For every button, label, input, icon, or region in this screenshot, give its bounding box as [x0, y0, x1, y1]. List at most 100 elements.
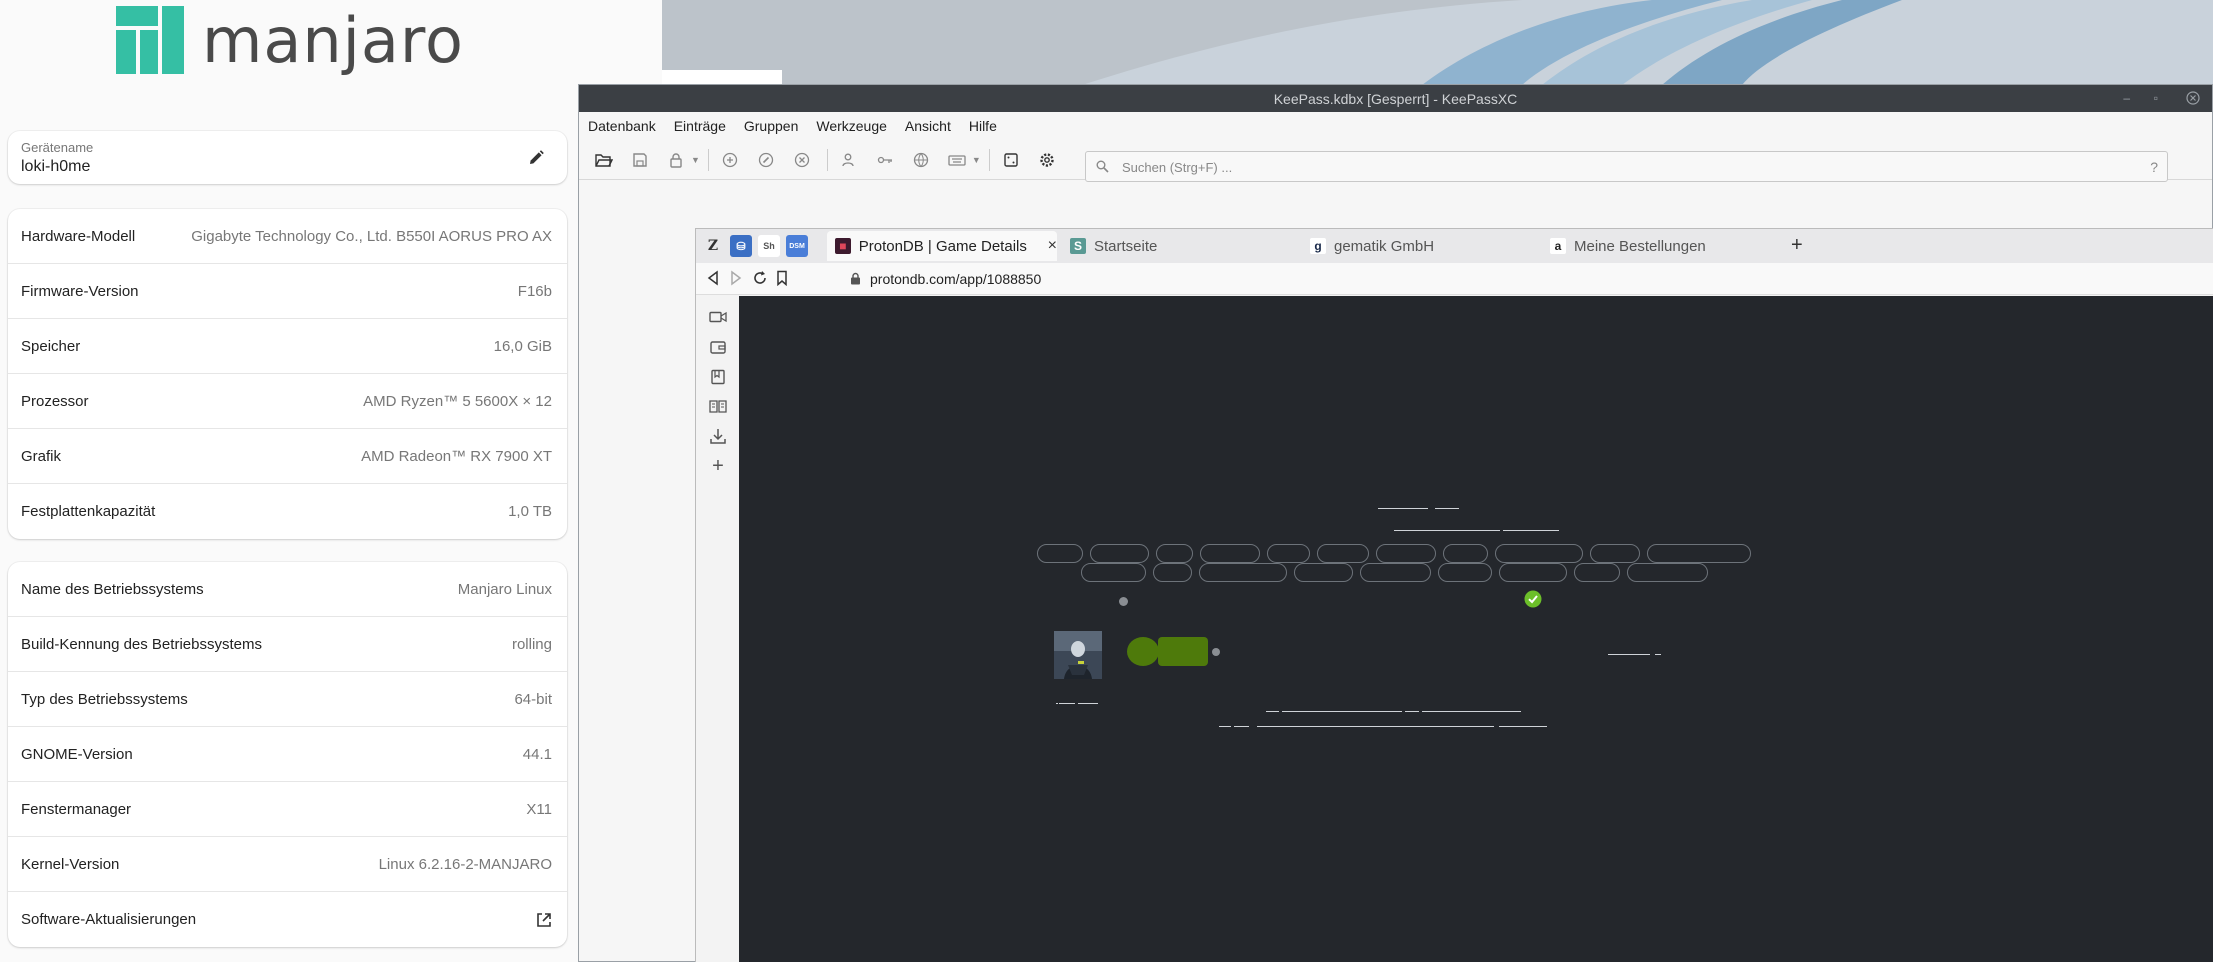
menu-ansicht[interactable]: Ansicht: [905, 118, 951, 134]
settings-button[interactable]: [1034, 147, 1060, 173]
open-database-button[interactable]: [591, 147, 617, 173]
footer-link[interactable]: [1499, 726, 1547, 727]
filter-pill[interactable]: [1037, 544, 1083, 563]
device-name-label: Gerätename: [21, 140, 94, 155]
firmware-version-row: Firmware-Version F16b: [8, 264, 567, 319]
filter-pill[interactable]: [1495, 544, 1583, 563]
menu-eintraege[interactable]: Einträge: [674, 118, 726, 134]
footer-link[interactable]: [1219, 726, 1231, 727]
filter-pill[interactable]: [1627, 563, 1708, 582]
tab-startseite[interactable]: S Startseite: [1062, 231, 1292, 261]
nav-link[interactable]: [1378, 508, 1428, 509]
footer-link[interactable]: [1234, 726, 1249, 727]
nav-link[interactable]: [1394, 530, 1500, 531]
footer-link[interactable]: [1282, 711, 1402, 712]
filter-pill[interactable]: [1267, 544, 1310, 563]
download-icon[interactable]: [707, 425, 729, 447]
autotype-button[interactable]: [944, 147, 970, 173]
reading-list-icon[interactable]: [707, 395, 729, 417]
search-help-icon[interactable]: ?: [2150, 159, 2158, 175]
bookmarks-icon[interactable]: [707, 366, 729, 388]
minimize-button[interactable]: –: [2123, 91, 2130, 105]
kernel-version-row: Kernel-Version Linux 6.2.16-2-MANJARO: [8, 837, 567, 892]
save-database-button[interactable]: [627, 147, 653, 173]
calendar-app-icon[interactable]: ⛁: [730, 235, 752, 257]
filter-pill[interactable]: [1376, 544, 1436, 563]
copy-username-button[interactable]: [836, 147, 862, 173]
close-icon[interactable]: [2186, 91, 2200, 105]
filter-pill[interactable]: [1443, 544, 1488, 563]
footer-link[interactable]: [1056, 703, 1058, 704]
maximize-button[interactable]: ▫: [2154, 91, 2158, 105]
chevron-down-icon[interactable]: ▼: [691, 155, 700, 165]
gematik-icon: g: [1310, 238, 1326, 254]
bookmark-icon[interactable]: [776, 270, 788, 286]
software-updates-row[interactable]: Software-Aktualisierungen: [8, 892, 567, 947]
search-field[interactable]: Suchen (Strg+F) ... ?: [1085, 151, 2168, 182]
device-name-row[interactable]: Gerätename loki-h0me: [8, 131, 567, 184]
new-tab-button[interactable]: +: [1791, 234, 1803, 257]
menu-hilfe[interactable]: Hilfe: [969, 118, 997, 134]
tab-protondb[interactable]: ■ ProtonDB | Game Details ×: [827, 231, 1057, 261]
meta-link[interactable]: [1608, 654, 1650, 655]
footer-link[interactable]: [1059, 703, 1075, 704]
row-key: Typ des Betriebssystems: [21, 690, 188, 708]
wallet-icon[interactable]: [707, 336, 729, 358]
toolbar-separator: [707, 148, 709, 171]
save-icon: [633, 152, 647, 167]
filter-pill[interactable]: [1090, 544, 1149, 563]
footer-link[interactable]: [1266, 711, 1279, 712]
menu-werkzeuge[interactable]: Werkzeuge: [816, 118, 887, 134]
startseite-icon: S: [1070, 238, 1086, 254]
footer-link[interactable]: [1257, 726, 1494, 727]
rating-badge[interactable]: [1158, 637, 1208, 666]
filter-pill[interactable]: [1647, 544, 1751, 563]
amazon-icon: a: [1550, 238, 1566, 254]
tab-amazon-orders[interactable]: a Meine Bestellungen: [1542, 231, 1772, 261]
footer-link[interactable]: [1422, 711, 1521, 712]
edit-entry-button[interactable]: [753, 147, 779, 173]
lock-database-button[interactable]: [663, 147, 689, 173]
footer-link[interactable]: [1078, 703, 1098, 704]
filter-pill[interactable]: [1438, 563, 1492, 582]
toolbar-separator: [988, 148, 990, 171]
meta-link[interactable]: [1655, 654, 1661, 655]
zotero-icon[interactable]: Z: [702, 235, 724, 257]
delete-entry-button[interactable]: [789, 147, 815, 173]
menu-datenbank[interactable]: Datenbank: [588, 118, 656, 134]
chevron-down-icon[interactable]: ▼: [972, 155, 981, 165]
add-panel-icon[interactable]: +: [707, 455, 729, 477]
nav-link[interactable]: [1435, 508, 1459, 509]
filter-pill[interactable]: [1590, 544, 1640, 563]
back-icon[interactable]: [706, 270, 720, 286]
add-entry-button[interactable]: [717, 147, 743, 173]
filter-pill[interactable]: [1294, 563, 1353, 582]
url-text[interactable]: protondb.com/app/1088850: [870, 271, 1041, 287]
filter-pill[interactable]: [1153, 563, 1192, 582]
menu-gruppen[interactable]: Gruppen: [744, 118, 798, 134]
reload-icon[interactable]: [752, 270, 768, 286]
filter-pill[interactable]: [1574, 563, 1620, 582]
shop-icon[interactable]: Sh: [758, 235, 780, 257]
tab-label: gematik GmbH: [1334, 237, 1435, 255]
dsm-icon[interactable]: DSM: [786, 235, 808, 257]
video-icon[interactable]: [707, 306, 729, 328]
footer-link[interactable]: [1405, 711, 1419, 712]
pencil-icon[interactable]: [527, 149, 545, 167]
forward-icon[interactable]: [729, 270, 743, 286]
password-generator-button[interactable]: [998, 147, 1024, 173]
close-tab-icon[interactable]: ×: [1048, 237, 1057, 255]
copy-url-button[interactable]: [908, 147, 934, 173]
filter-pill[interactable]: [1199, 563, 1287, 582]
filter-pill[interactable]: [1499, 563, 1567, 582]
filter-pill[interactable]: [1200, 544, 1260, 563]
nav-link[interactable]: [1503, 530, 1559, 531]
tab-gematik[interactable]: g gematik GmbH: [1302, 231, 1532, 261]
copy-password-button[interactable]: [872, 147, 898, 173]
filter-pill[interactable]: [1081, 563, 1146, 582]
filter-pill[interactable]: [1156, 544, 1193, 563]
desktop-wallpaper: [662, 0, 2213, 85]
filter-pill[interactable]: [1317, 544, 1369, 563]
globe-icon: [913, 152, 929, 167]
filter-pill[interactable]: [1360, 563, 1431, 582]
